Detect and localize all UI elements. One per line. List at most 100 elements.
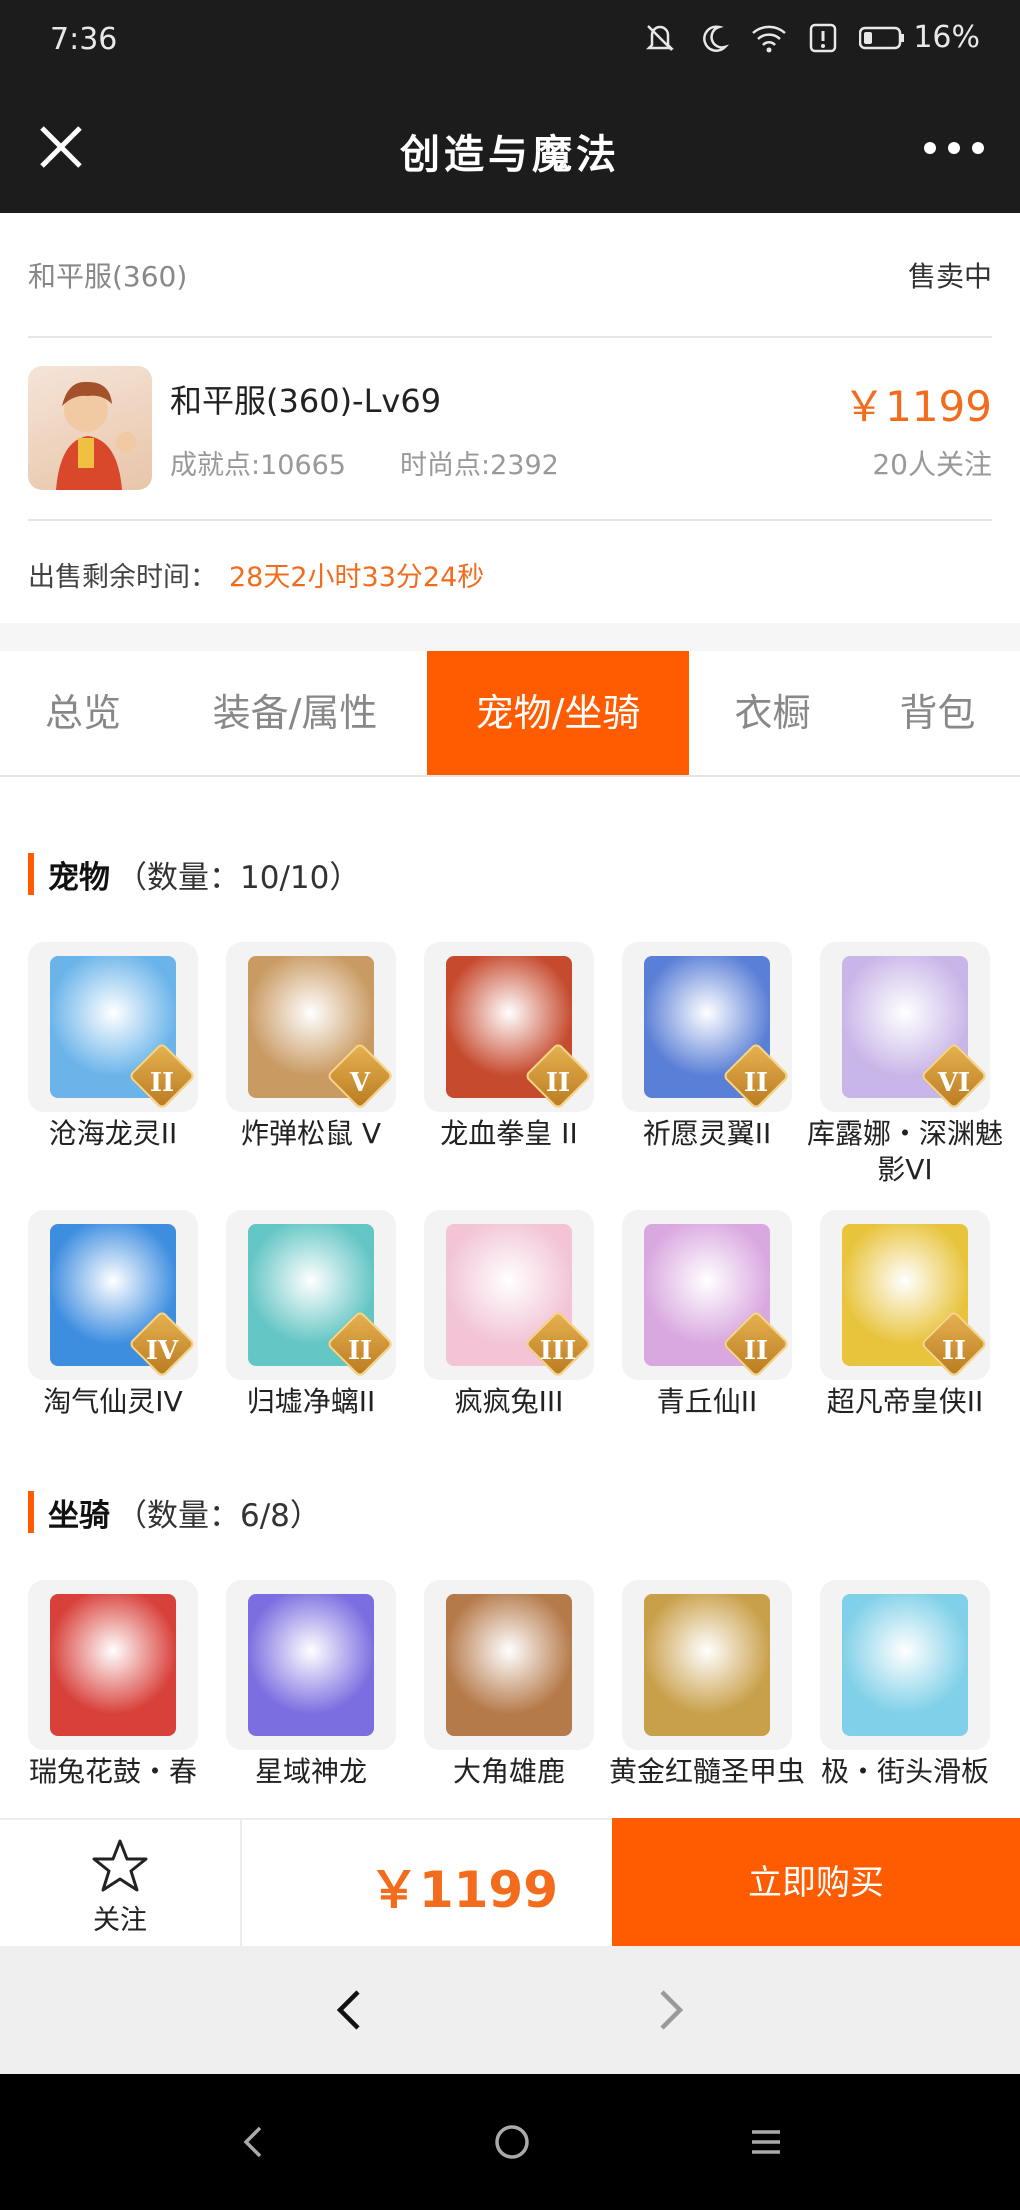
remaining-label: 出售剩余时间： <box>28 562 217 593</box>
follow-button[interactable]: 关注 <box>0 1820 242 1948</box>
mount-art <box>248 1594 374 1736</box>
wifi-icon <box>751 23 787 53</box>
pet-name: 龙血拳皇 II <box>440 1117 578 1150</box>
more-options-button[interactable] <box>924 136 984 160</box>
browser-nav <box>0 1946 1020 2074</box>
divider <box>28 336 992 338</box>
mount-name: 黄金红髓圣甲虫 <box>608 1755 805 1788</box>
pet-thumbnail: II <box>226 1210 396 1380</box>
section-accent-bar <box>28 1491 34 1533</box>
more-dot-icon <box>948 142 960 154</box>
rank-badge-text: VI <box>937 1068 971 1098</box>
pet-card[interactable]: II 归墟净螭II <box>226 1210 396 1420</box>
mount-art <box>50 1594 176 1736</box>
pet-card[interactable]: II 祈愿灵翼II <box>622 942 792 1152</box>
mount-card[interactable]: 黄金红髓圣甲虫 <box>609 1580 805 1790</box>
tab-bag[interactable]: 背包 <box>870 651 1005 775</box>
alert-icon <box>809 23 837 53</box>
mount-name: 极・街头滑板 <box>820 1755 989 1788</box>
character-avatar <box>28 366 152 490</box>
section-name: 宠物 <box>48 859 110 896</box>
divider <box>28 519 992 521</box>
pet-name: 淘气仙灵IV <box>43 1385 183 1418</box>
menu-lines-icon <box>752 2130 780 2154</box>
sale-status: 售卖中 <box>907 260 992 293</box>
pet-card[interactable]: II 龙血拳皇 II <box>424 942 594 1152</box>
pet-name: 归墟净螭II <box>246 1385 376 1418</box>
tab-equipment[interactable]: 装备/属性 <box>186 651 404 775</box>
tab-bar: 总览 装备/属性 宠物/坐骑 衣橱 背包 <box>0 651 1020 777</box>
pet-thumbnail: II <box>28 942 198 1112</box>
battery-icon <box>859 26 905 49</box>
browser-forward-button[interactable] <box>648 1986 692 2034</box>
pet-name: 青丘仙II <box>656 1385 758 1418</box>
pet-card[interactable]: IV 淘气仙灵IV <box>28 1210 198 1420</box>
tab-pets-mounts[interactable]: 宠物/坐骑 <box>427 651 689 775</box>
battery-percent: 16% <box>913 20 980 55</box>
bottom-price: ￥1199 <box>368 1861 558 1919</box>
pet-thumbnail: IV <box>28 1210 198 1380</box>
pets-section-title: 宠物 （数量：10/10） <box>28 852 360 896</box>
more-dot-icon <box>972 142 984 154</box>
pet-card[interactable]: II 青丘仙II <box>622 1210 792 1420</box>
status-time: 7:36 <box>50 22 118 57</box>
browser-back-button[interactable] <box>328 1986 372 2034</box>
rank-badge-text: II <box>545 1068 571 1098</box>
server-name: 和平服(360) <box>28 260 188 293</box>
chevron-left-icon <box>336 1990 360 2030</box>
buy-now-button[interactable]: 立即购买 <box>612 1818 1020 1948</box>
section-name: 坐骑 <box>48 1497 110 1534</box>
pet-card[interactable]: VI 库露娜・深渊魅影VI <box>807 942 1003 1188</box>
battery-indicator: 16% <box>859 20 980 55</box>
mount-thumbnail <box>424 1580 594 1750</box>
page-title: 创造与魔法 <box>400 131 620 178</box>
pet-name: 超凡帝皇侠II <box>826 1385 984 1418</box>
pet-card[interactable]: II 沧海龙灵II <box>28 942 198 1152</box>
mount-card[interactable]: 瑞兔花鼓・春 <box>28 1580 198 1790</box>
pet-name: 炸弹松鼠 V <box>240 1117 382 1150</box>
section-separator <box>0 623 1020 651</box>
pet-name: 库露娜・深渊魅影VI <box>806 1117 1003 1186</box>
system-back-button[interactable] <box>238 2122 270 2166</box>
pet-card[interactable]: II 超凡帝皇侠II <box>820 1210 990 1420</box>
pet-thumbnail: VI <box>820 942 990 1112</box>
tab-wardrobe[interactable]: 衣橱 <box>700 651 845 775</box>
mount-art <box>446 1594 572 1736</box>
rank-badge-text: IV <box>145 1336 179 1366</box>
achievement-points: 成就点:10665 <box>170 450 346 481</box>
follow-label: 关注 <box>93 1905 147 1936</box>
pet-thumbnail: V <box>226 942 396 1112</box>
mute-icon <box>643 21 677 55</box>
pet-card[interactable]: V 炸弹松鼠 V <box>226 942 396 1152</box>
status-icons: 16% <box>643 20 980 55</box>
remaining-value: 28天2小时33分24秒 <box>229 562 485 593</box>
mount-name: 瑞兔花鼓・春 <box>28 1755 197 1788</box>
mount-card[interactable]: 大角雄鹿 <box>424 1580 594 1790</box>
rank-badge-text: II <box>743 1068 769 1098</box>
rank-badge-text: II <box>743 1336 769 1366</box>
system-home-button[interactable] <box>492 2122 532 2166</box>
pet-name: 沧海龙灵II <box>48 1117 178 1150</box>
rank-badge-text: II <box>149 1068 175 1098</box>
rank-badge-text: III <box>539 1336 577 1366</box>
section-accent-bar <box>28 853 34 895</box>
mount-card[interactable]: 星域神龙 <box>226 1580 396 1790</box>
mounts-section-title: 坐骑 （数量：6/8） <box>28 1490 321 1534</box>
mount-name: 大角雄鹿 <box>452 1755 565 1788</box>
home-circle-icon <box>495 2125 529 2159</box>
mount-art <box>644 1594 770 1736</box>
action-bar: 关注 ￥1199 立即购买 <box>0 1818 1020 1948</box>
rank-badge-text: II <box>941 1336 967 1366</box>
system-recents-button[interactable] <box>746 2122 786 2166</box>
remaining-time: 出售剩余时间： 28天2小时33分24秒 <box>28 555 484 594</box>
rank-badge-text: V <box>349 1068 371 1098</box>
section-count: （数量：10/10） <box>116 859 361 896</box>
tab-overview[interactable]: 总览 <box>0 651 166 775</box>
pet-thumbnail: III <box>424 1210 594 1380</box>
pet-card[interactable]: III 疯疯兔III <box>424 1210 594 1420</box>
mount-thumbnail <box>622 1580 792 1750</box>
fashion-points: 时尚点:2392 <box>400 450 559 481</box>
pet-thumbnail: II <box>424 942 594 1112</box>
mount-card[interactable]: 极・街头滑板 <box>820 1580 990 1790</box>
pet-thumbnail: II <box>622 942 792 1112</box>
